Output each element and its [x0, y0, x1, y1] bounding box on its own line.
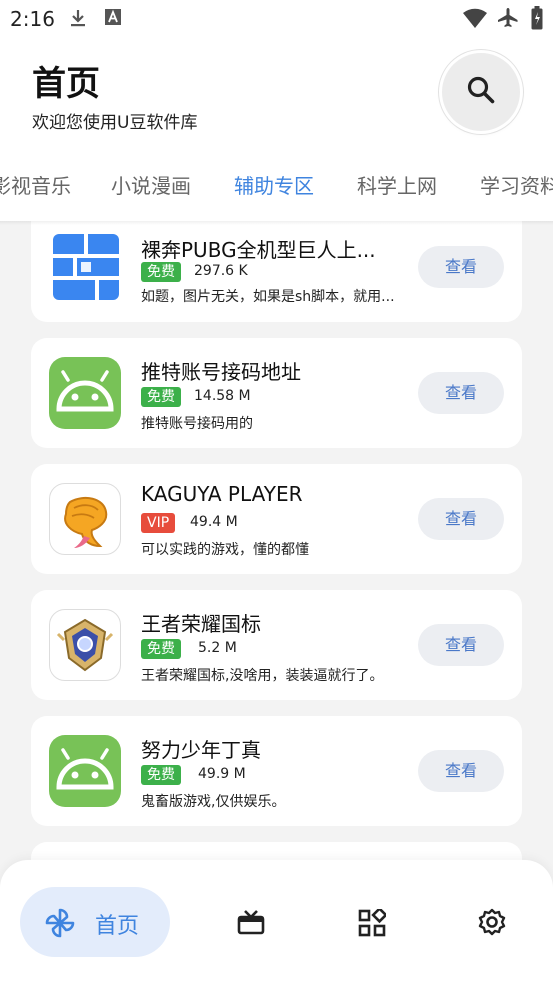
tab-vpn[interactable]: 科学上网 — [357, 170, 437, 199]
status-time: 2:16 — [10, 7, 55, 31]
price-badge: 免费 — [141, 387, 181, 407]
wifi-icon — [462, 7, 488, 33]
file-size: 14.58 M — [194, 388, 251, 404]
price-badge: 免费 — [141, 262, 181, 282]
list-item[interactable]: 裸奔PUBG全机型巨人上... 免费 297.6 K 如题，图片无关，如果是sh… — [31, 212, 522, 322]
app-description: 鬼畜版游戏,仅供娱乐。 — [141, 794, 286, 810]
search-button[interactable] — [442, 53, 520, 131]
view-button[interactable]: 查看 — [418, 750, 504, 792]
list-item[interactable]: KAGUYA PLAYER VIP 49.4 M 可以实践的游戏，懂的都懂 查看 — [31, 464, 522, 574]
shrimp-icon — [49, 483, 121, 555]
list-item[interactable]: 推特账号接码地址 免费 14.58 M 推特账号接码用的 查看 — [31, 338, 522, 448]
tab-novels-comics[interactable]: 小说漫画 — [111, 170, 191, 199]
page-header: 首页 欢迎您使用U豆软件库 影视音乐 小说漫画 辅助专区 科学上网 学习资料 — [0, 38, 553, 221]
header-shadow — [0, 221, 553, 225]
view-button[interactable]: 查看 — [418, 372, 504, 414]
price-badge: VIP — [141, 513, 176, 533]
tab-video-music[interactable]: 影视音乐 — [0, 170, 71, 199]
app-description: 如题，图片无关，如果是sh脚本，就用... — [141, 289, 395, 305]
app-name: KAGUYA PLAYER — [141, 482, 303, 506]
view-button[interactable]: 查看 — [418, 624, 504, 666]
status-bar: 2:16 — [0, 0, 553, 38]
tab-study-materials[interactable]: 学习资料 — [480, 170, 553, 199]
battery-icon — [531, 6, 543, 34]
file-size: 49.4 M — [190, 514, 238, 530]
android-icon — [49, 735, 121, 807]
nav-home[interactable]: 首页 — [20, 887, 170, 957]
app-name: 推特账号接码地址 — [141, 360, 301, 384]
page-subtitle: 欢迎您使用U豆软件库 — [32, 113, 198, 133]
price-badge: 免费 — [141, 765, 181, 785]
bottom-navigation: 首页 — [0, 860, 553, 984]
file-size: 297.6 K — [194, 263, 248, 279]
app-name: 王者荣耀国标 — [141, 612, 261, 636]
tab-assist-zone[interactable]: 辅助专区 — [234, 170, 314, 199]
app-description: 可以实践的游戏，懂的都懂 — [141, 542, 309, 558]
app-name: 努力少年丁真 — [141, 738, 261, 762]
app-description: 推特账号接码用的 — [141, 416, 253, 432]
view-button[interactable]: 查看 — [418, 246, 504, 288]
blue-blocks-icon — [51, 232, 121, 302]
list-item[interactable]: 努力少年丁真 免费 49.9 M 鬼畜版游戏,仅供娱乐。 查看 — [31, 716, 522, 826]
android-icon — [49, 357, 121, 429]
list-item[interactable]: 王者荣耀国标 免费 5.2 M 王者荣耀国标,没啥用，装装逼就行了。 查看 — [31, 590, 522, 700]
search-icon — [466, 75, 496, 109]
app-description: 王者荣耀国标,没啥用，装装逼就行了。 — [141, 668, 384, 684]
apps-grid-icon[interactable] — [358, 906, 388, 941]
nav-home-label: 首页 — [95, 914, 140, 939]
page-title: 首页 — [32, 64, 100, 104]
download-icon — [68, 8, 88, 32]
app-name: 裸奔PUBG全机型巨人上... — [141, 238, 376, 262]
airplane-icon — [496, 6, 520, 34]
pinwheel-icon — [44, 907, 76, 943]
price-badge: 免费 — [141, 639, 181, 659]
gear-icon[interactable] — [478, 908, 506, 940]
file-size: 49.9 M — [198, 766, 246, 782]
honor-emblem-icon — [49, 609, 121, 681]
view-button[interactable]: 查看 — [418, 498, 504, 540]
file-size: 5.2 M — [198, 640, 237, 656]
gift-box-icon[interactable] — [237, 909, 265, 939]
text-a-icon — [104, 8, 122, 30]
